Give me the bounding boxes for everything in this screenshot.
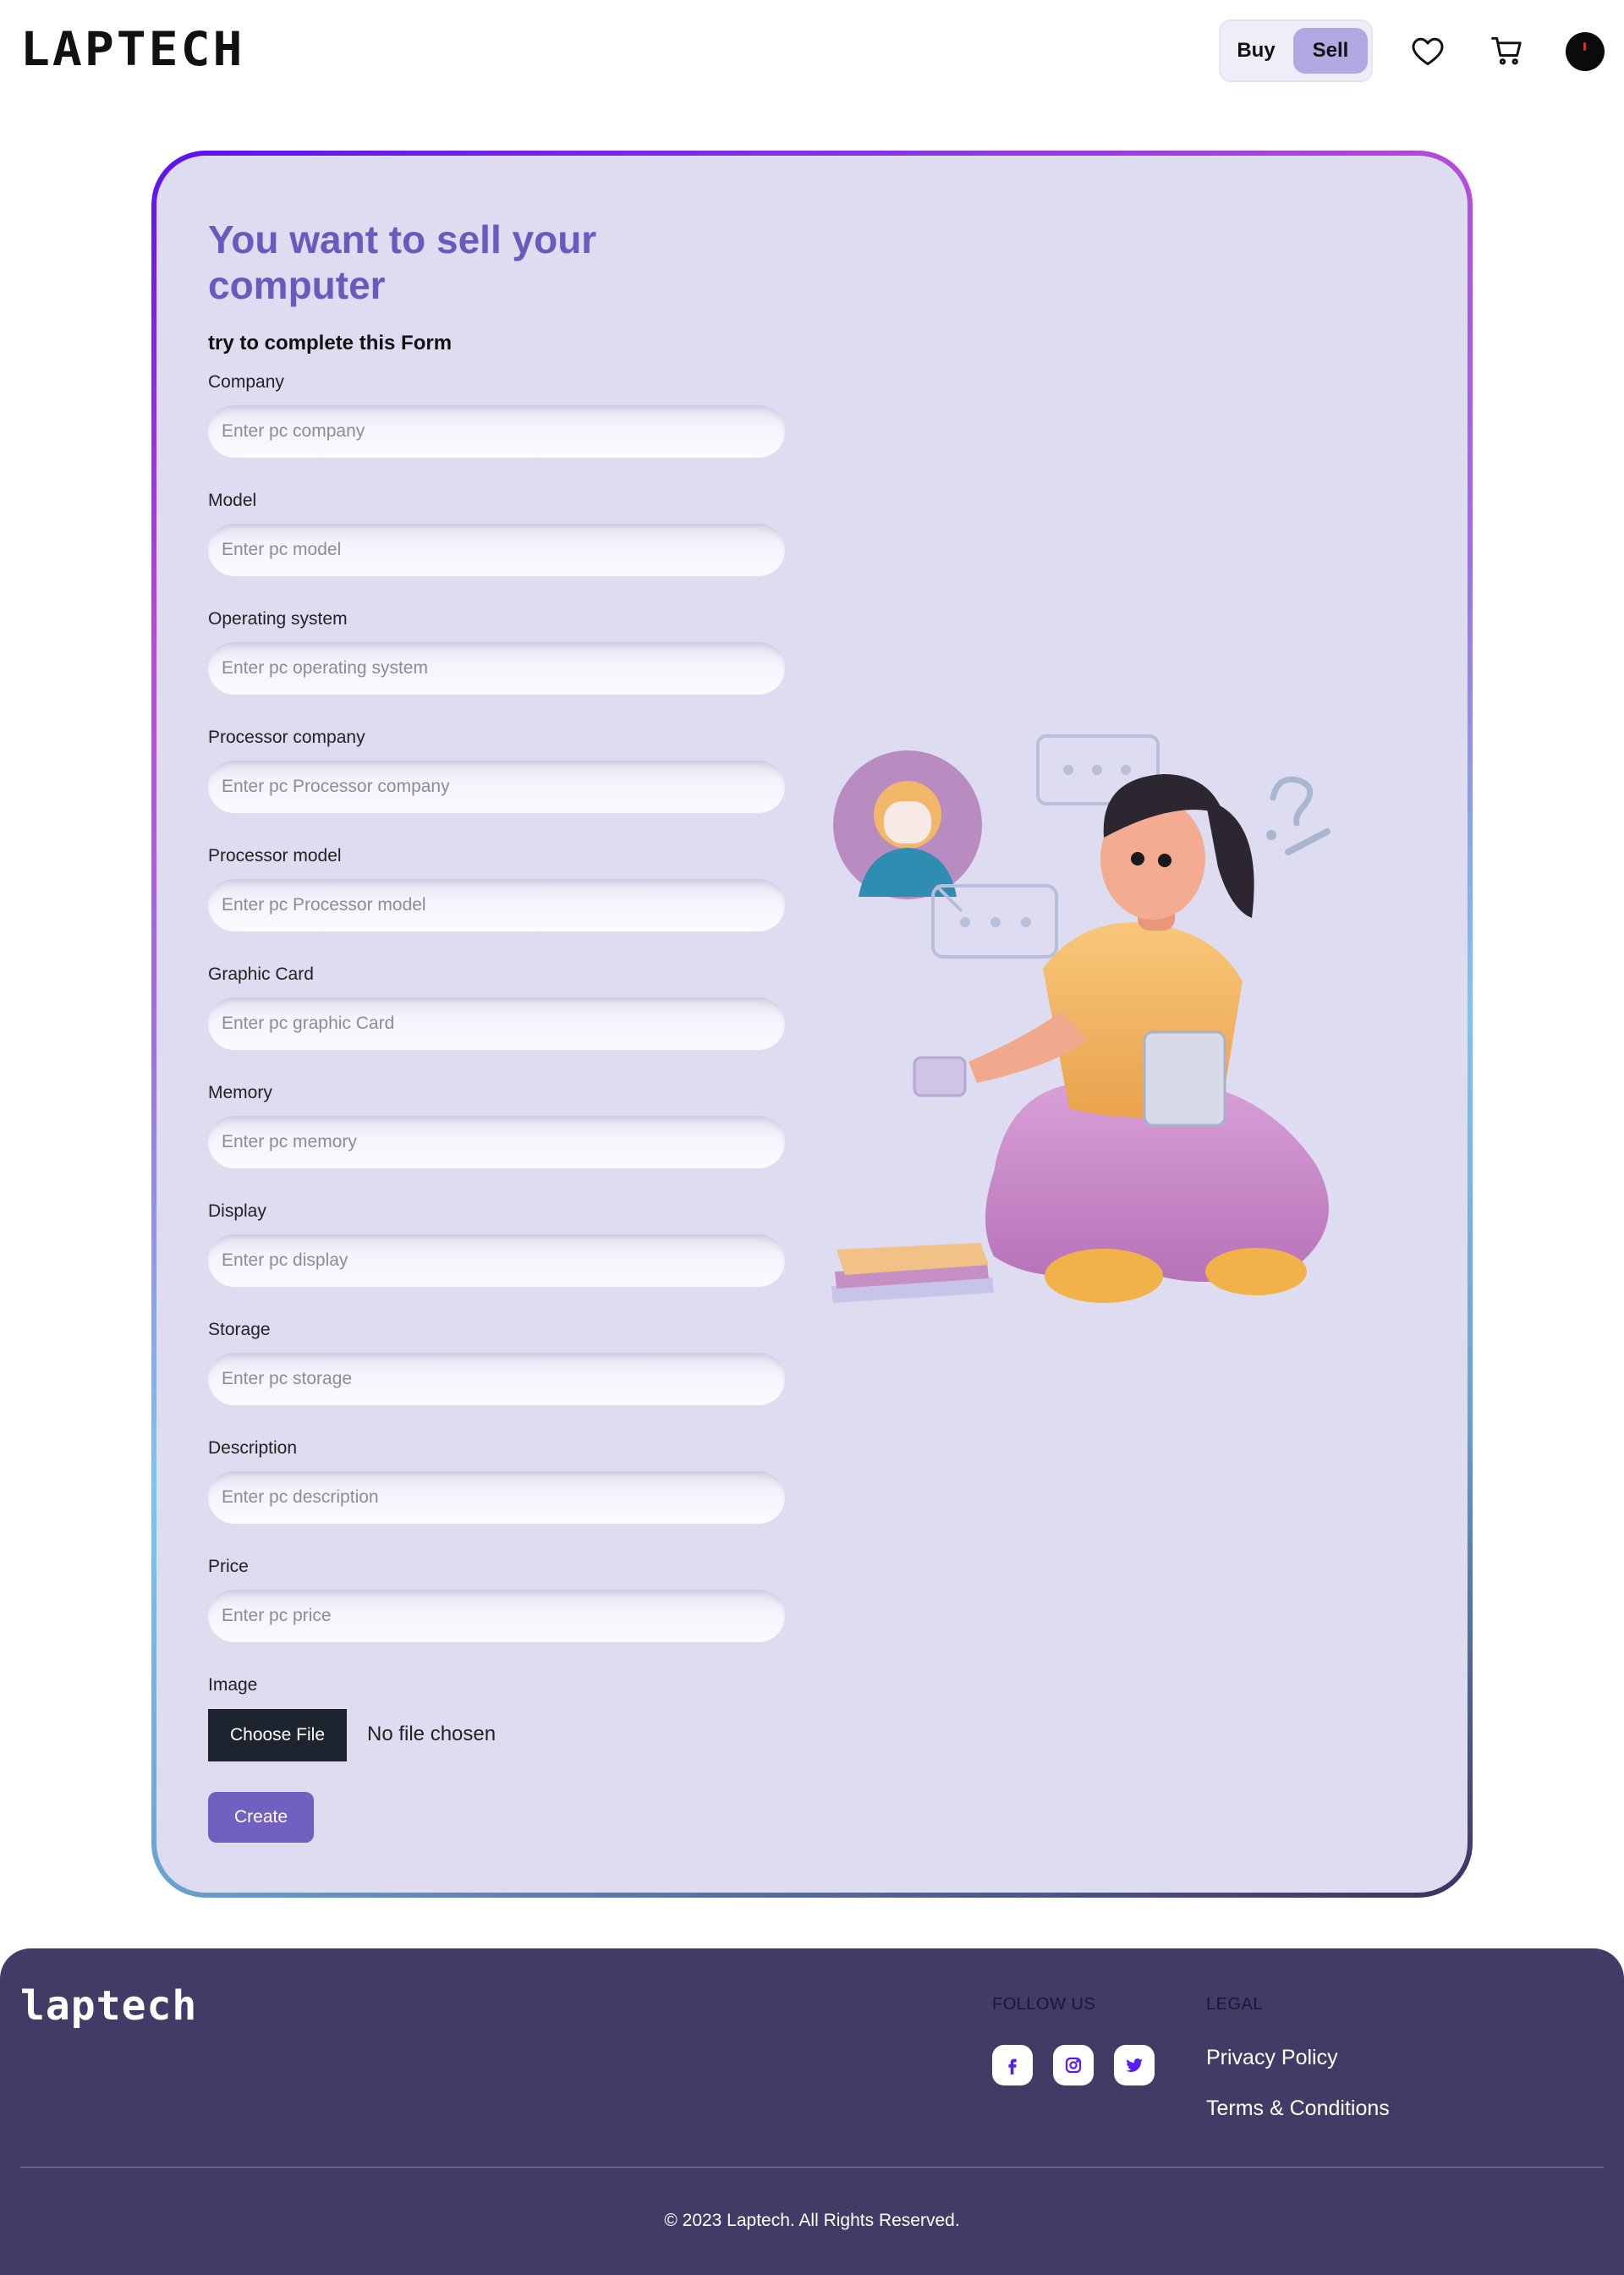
memory-label: Memory xyxy=(208,1083,272,1102)
company-label: Company xyxy=(208,372,284,392)
privacy-policy-link[interactable]: Privacy Policy xyxy=(1206,2046,1338,2070)
seller-illustration xyxy=(825,723,1383,1320)
processor-model-label: Processor model xyxy=(208,846,342,865)
terms-conditions-link[interactable]: Terms & Conditions xyxy=(1206,2096,1390,2121)
facebook-icon[interactable] xyxy=(992,2045,1033,2085)
file-status-text: No file chosen xyxy=(367,1723,497,1745)
buy-sell-toggle: Buy Sell xyxy=(1219,19,1373,82)
heart-icon[interactable] xyxy=(1409,32,1446,69)
processor-company-input[interactable] xyxy=(208,761,785,813)
twitter-icon[interactable] xyxy=(1114,2045,1155,2085)
follow-us-heading: FOLLOW US xyxy=(992,1995,1096,2014)
footer-divider xyxy=(20,2167,1604,2168)
cart-icon[interactable] xyxy=(1489,32,1526,69)
footer-logo[interactable]: laptech xyxy=(20,1982,197,2030)
user-avatar[interactable] xyxy=(1566,32,1605,71)
description-label: Description xyxy=(208,1438,298,1458)
storage-label: Storage xyxy=(208,1320,271,1339)
site-header: LAPTECH Buy Sell xyxy=(0,0,1624,102)
operating-system-label: Operating system xyxy=(208,609,348,629)
form-title: You want to sell your computer xyxy=(208,217,597,307)
avatar-bubble-graphic xyxy=(833,750,982,899)
display-label: Display xyxy=(208,1201,266,1221)
create-button[interactable]: Create xyxy=(208,1792,314,1843)
company-input[interactable] xyxy=(208,405,785,458)
sell-toggle-button[interactable]: Sell xyxy=(1293,28,1368,74)
processor-company-label: Processor company xyxy=(208,728,365,747)
price-label: Price xyxy=(208,1557,249,1576)
processor-model-input[interactable] xyxy=(208,879,785,931)
price-input[interactable] xyxy=(208,1590,785,1642)
form-subtitle: try to complete this Form xyxy=(208,332,453,354)
site-logo[interactable]: LAPTECH xyxy=(20,25,244,74)
legal-heading: LEGAL xyxy=(1206,1995,1263,2014)
operating-system-input[interactable] xyxy=(208,642,785,695)
model-label: Model xyxy=(208,491,257,510)
site-footer: laptech FOLLOW US LEGAL Privacy Policy T… xyxy=(0,1948,1624,2275)
display-input[interactable] xyxy=(208,1234,785,1287)
buy-toggle-button[interactable]: Buy xyxy=(1229,28,1283,74)
copyright-text: © 2023 Laptech. All Rights Reserved. xyxy=(664,2211,960,2230)
choose-file-button[interactable]: Choose File xyxy=(208,1709,347,1761)
description-input[interactable] xyxy=(208,1471,785,1524)
graphic-card-input[interactable] xyxy=(208,997,785,1050)
graphic-card-label: Graphic Card xyxy=(208,964,314,984)
storage-input[interactable] xyxy=(208,1353,785,1405)
memory-input[interactable] xyxy=(208,1116,785,1168)
image-label: Image xyxy=(208,1675,258,1695)
model-input[interactable] xyxy=(208,524,785,576)
instagram-icon[interactable] xyxy=(1053,2045,1094,2085)
